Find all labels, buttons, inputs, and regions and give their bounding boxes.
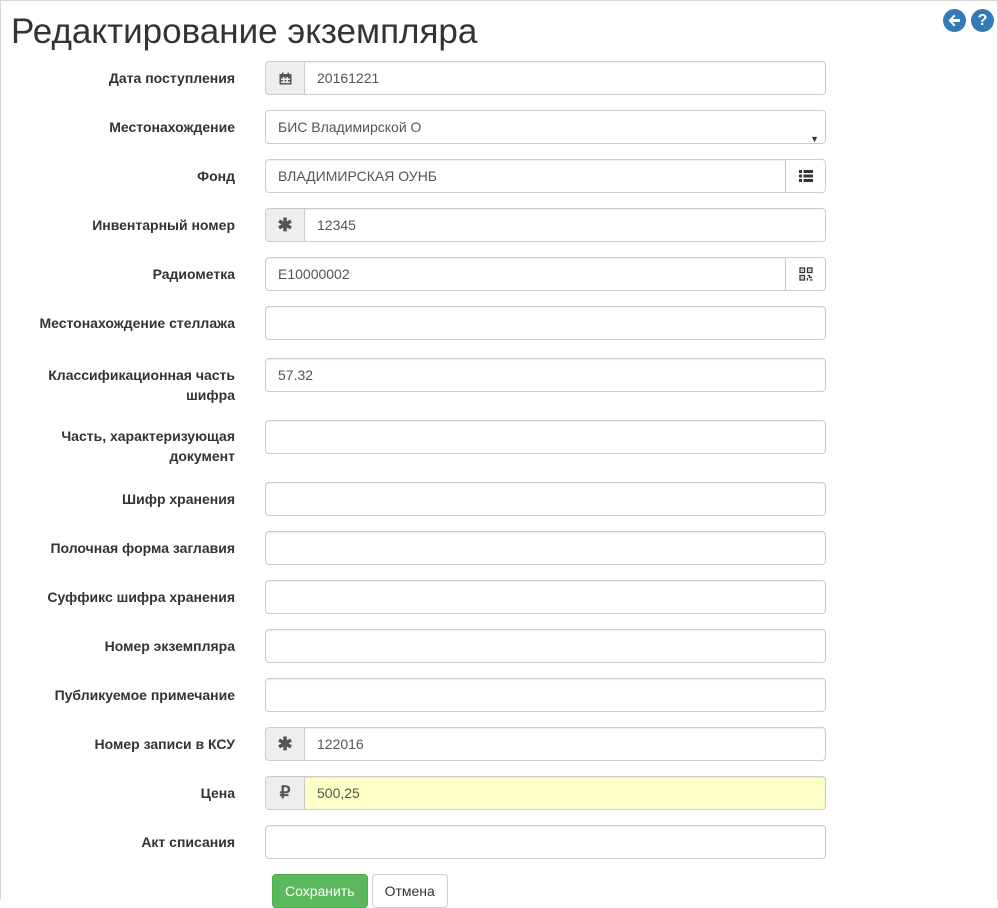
storage-suffix-label: Суффикс шифра хранения <box>47 589 235 605</box>
price-input[interactable]: 500,25 <box>304 776 826 810</box>
storage-code-label: Шифр хранения <box>122 491 235 507</box>
top-icons: ? <box>943 9 994 32</box>
storage-code-input[interactable] <box>265 482 826 516</box>
fund-control: ВЛАДИМИРСКАЯ ОУНБ <box>265 159 826 193</box>
asterisk-icon: ✱ <box>265 208 304 242</box>
shelf-title-input[interactable] <box>265 531 826 565</box>
doc-part-input[interactable] <box>265 420 826 454</box>
rfid-control: E10000002 <box>265 257 826 291</box>
writeoff-input[interactable] <box>265 825 826 859</box>
inventory-control: ✱ 12345 <box>265 208 826 242</box>
location-select-value: БИС Владимирской О <box>278 119 422 135</box>
price-label: Цена <box>200 785 235 801</box>
rfid-input[interactable]: E10000002 <box>265 257 786 291</box>
ruble-icon: ₽ <box>265 776 304 810</box>
storage-suffix-input[interactable] <box>265 580 826 614</box>
location-select[interactable]: БИС Владимирской О ▼ <box>265 110 826 144</box>
copy-number-control <box>265 629 826 663</box>
public-note-control <box>265 678 826 712</box>
calendar-icon[interactable] <box>265 61 304 95</box>
date-input[interactable]: 20161221 <box>304 61 826 95</box>
public-note-input[interactable] <box>265 678 826 712</box>
fund-label: Фонд <box>197 168 235 184</box>
doc-part-control <box>265 420 826 454</box>
list-icon[interactable] <box>786 159 826 193</box>
cancel-button[interactable]: Отмена <box>371 874 448 908</box>
date-label: Дата поступления <box>108 70 235 86</box>
page-title: Редактирование экземпляра <box>11 12 478 51</box>
ksu-record-label: Номер записи в КСУ <box>94 736 235 752</box>
writeoff-control <box>265 825 826 859</box>
storage-code-control <box>265 482 826 516</box>
form-actions: Сохранить Отмена <box>272 874 448 908</box>
doc-part-label: Часть, характеризующая документ <box>61 428 235 464</box>
asterisk-icon: ✱ <box>265 727 304 761</box>
classification-label: Классификационная часть шифра <box>48 367 235 403</box>
shelf-title-control <box>265 531 826 565</box>
save-button[interactable]: Сохранить <box>272 874 368 908</box>
price-control: ₽ 500,25 <box>265 776 826 810</box>
fund-input[interactable]: ВЛАДИМИРСКАЯ ОУНБ <box>265 159 786 193</box>
date-control: 20161221 <box>265 61 826 95</box>
location-label: Местонахождение <box>109 119 235 135</box>
ksu-record-control: ✱ 122016 <box>265 727 826 761</box>
classification-control: 57.32 <box>265 358 826 392</box>
chevron-down-icon: ▼ <box>810 134 819 144</box>
copy-number-label: Номер экземпляра <box>104 638 235 654</box>
copy-number-input[interactable] <box>265 629 826 663</box>
writeoff-label: Акт списания <box>141 834 235 850</box>
location-control: БИС Владимирской О ▼ <box>265 110 826 144</box>
qrcode-icon[interactable] <box>786 257 826 291</box>
shelf-label: Местонахождение стеллажа <box>39 315 235 331</box>
rfid-label: Радиометка <box>152 266 235 282</box>
inventory-input[interactable]: 12345 <box>304 208 826 242</box>
shelf-title-label: Полочная форма заглавия <box>50 540 235 556</box>
public-note-label: Публикуемое примечание <box>54 687 235 703</box>
classification-input[interactable]: 57.32 <box>265 358 826 392</box>
arrow-left-circle-icon[interactable] <box>943 9 966 32</box>
question-circle-icon[interactable]: ? <box>971 9 994 32</box>
shelf-control <box>265 306 826 340</box>
inventory-label: Инвентарный номер <box>92 217 235 233</box>
ksu-record-input[interactable]: 122016 <box>304 727 826 761</box>
shelf-input[interactable] <box>265 306 826 340</box>
storage-suffix-control <box>265 580 826 614</box>
